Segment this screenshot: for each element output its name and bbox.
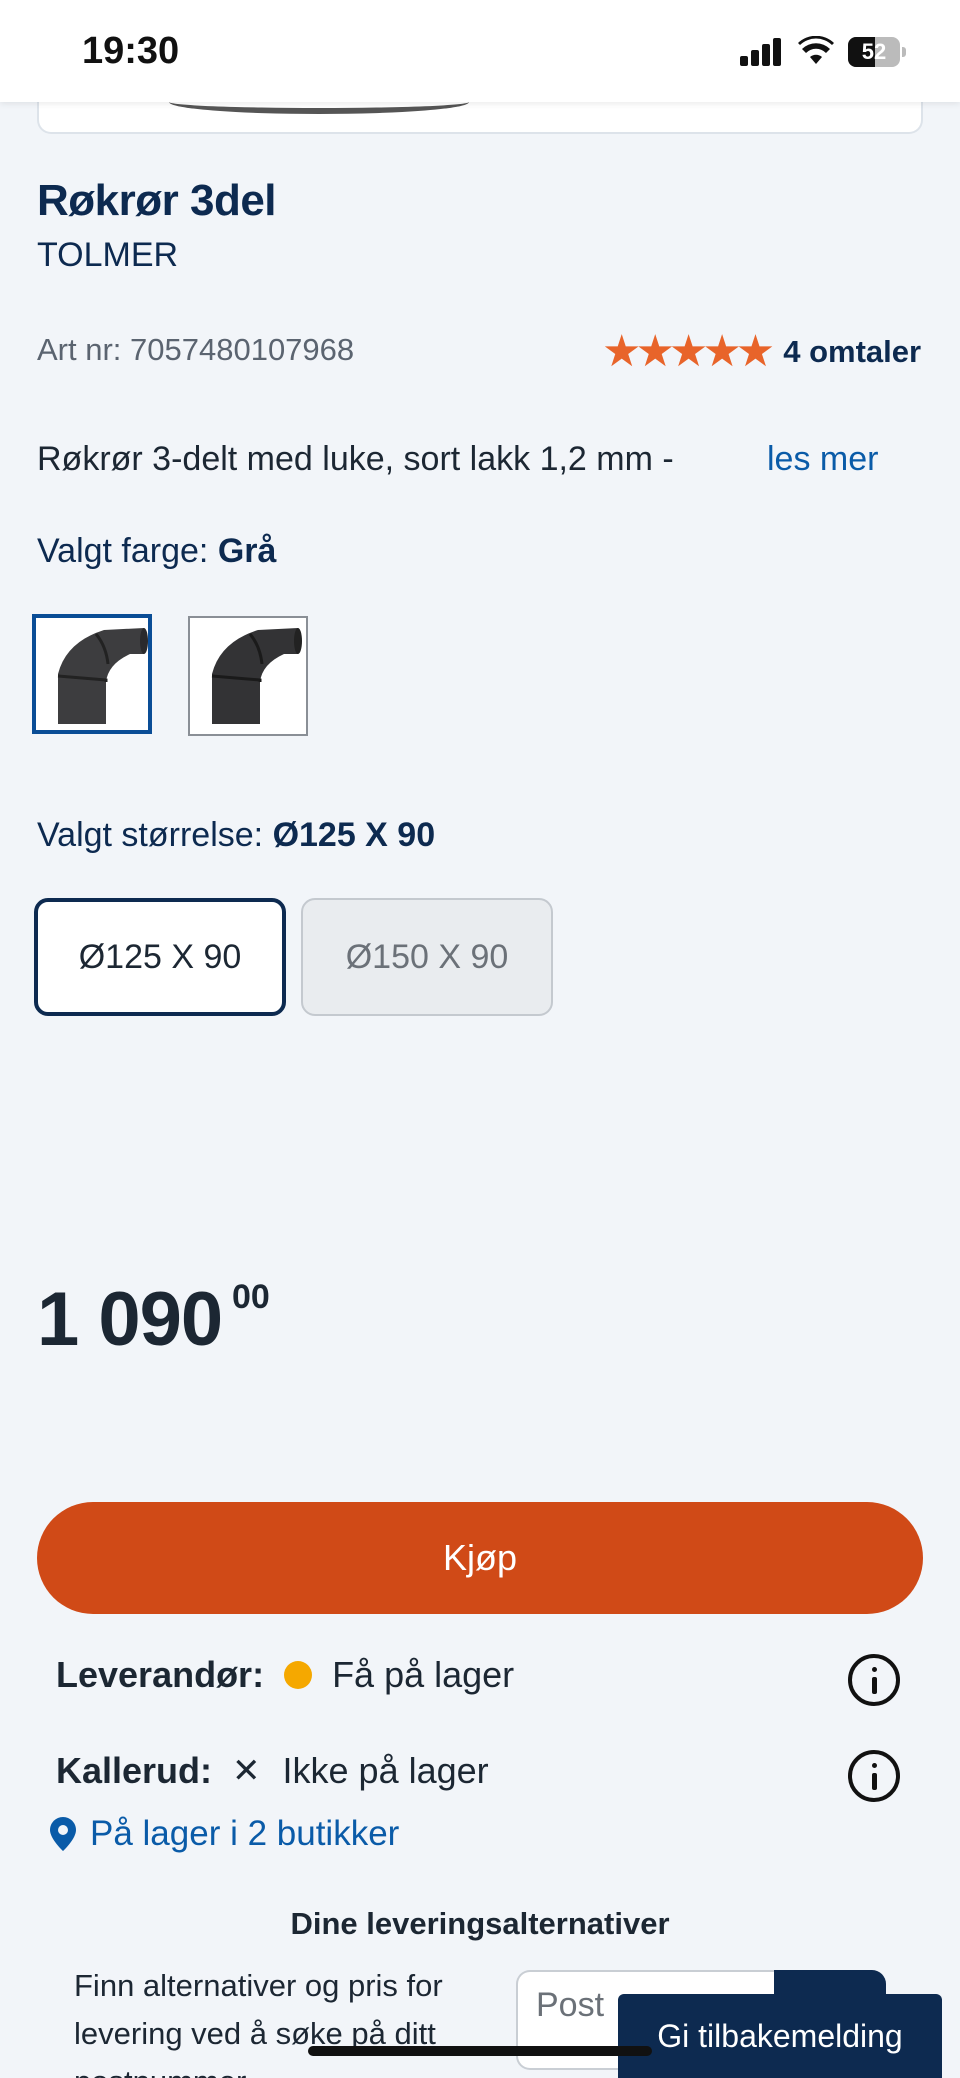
- product-brand: TOLMER: [37, 236, 179, 274]
- rating-stars-icon: ★★★★★: [602, 327, 775, 376]
- size-label: Valgt størrelse: Ø125 X 90: [37, 816, 436, 854]
- close-icon: ✕: [232, 1752, 261, 1790]
- color-swatch-selected[interactable]: [32, 614, 152, 734]
- stores-availability-link[interactable]: På lager i 2 butikker: [50, 1814, 399, 1854]
- article-number: Art nr: 7057480107968: [37, 332, 355, 367]
- product-description: Røkrør 3-delt med luke, sort lakk 1,2 mm…: [37, 440, 674, 478]
- store-status: Ikke på lager: [282, 1750, 489, 1791]
- price-cents: 00: [232, 1278, 270, 1316]
- selected-size: Ø125 X 90: [272, 816, 436, 854]
- rating[interactable]: ★★★★★ 4 omtaler: [602, 327, 921, 376]
- supplier-stock: Leverandør: Få på lager: [56, 1654, 514, 1696]
- reviews-link[interactable]: 4 omtaler: [783, 334, 921, 370]
- stock-status-dot-icon: [284, 1661, 313, 1689]
- selected-color: Grå: [217, 532, 277, 570]
- size-option-150[interactable]: Ø150 X 90: [301, 898, 553, 1016]
- battery-level: 52: [861, 39, 887, 64]
- delivery-title: Dine leveringsalternativer: [290, 1906, 670, 1941]
- product-title: Røkrør 3del: [37, 176, 277, 225]
- home-indicator: [308, 2046, 652, 2056]
- stores-link-label: På lager i 2 butikker: [90, 1814, 400, 1853]
- battery-icon: 52: [848, 37, 906, 67]
- color-label: Valgt farge: Grå: [37, 532, 277, 570]
- supplier-info-icon[interactable]: [848, 1654, 900, 1706]
- supplier-label: Leverandør:: [56, 1654, 265, 1695]
- cellular-signal-icon: [740, 38, 782, 66]
- store-stock: Kallerud: ✕ Ikke på lager: [56, 1750, 489, 1792]
- clock: 19:30: [82, 30, 180, 72]
- pipe-elbow-icon: [211, 628, 302, 724]
- location-pin-icon: [50, 1817, 76, 1851]
- read-more-link[interactable]: les mer: [767, 440, 878, 479]
- store-info-icon[interactable]: [848, 1750, 900, 1802]
- supplier-status: Få på lager: [332, 1654, 515, 1695]
- color-swatch-black[interactable]: [188, 616, 308, 736]
- wifi-icon: [798, 36, 834, 64]
- delivery-description: Finn alternativer og pris for levering v…: [74, 1968, 443, 2078]
- buy-button[interactable]: Kjøp: [37, 1502, 923, 1614]
- store-label: Kallerud:: [56, 1750, 213, 1791]
- price: 1 090: [37, 1277, 223, 1362]
- size-option-125[interactable]: Ø125 X 90: [34, 898, 286, 1016]
- pipe-elbow-icon: [57, 628, 148, 724]
- status-bar: 19:30 52: [0, 0, 960, 102]
- feedback-button[interactable]: Gi tilbakemelding: [618, 1994, 942, 2078]
